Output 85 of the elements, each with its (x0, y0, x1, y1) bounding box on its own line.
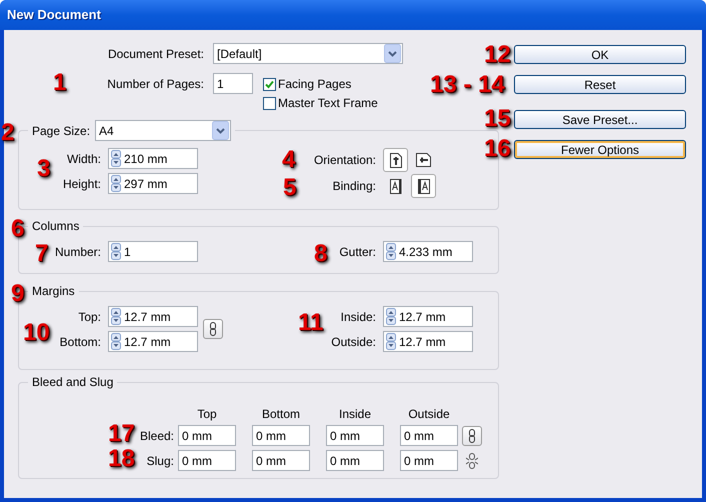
callout-number: 6 (11, 217, 24, 241)
callout-number: 15 (484, 107, 511, 131)
chain-button[interactable] (203, 319, 223, 339)
callout-number: 1 (53, 71, 66, 95)
spinner-arrows-icon[interactable] (111, 175, 121, 192)
callout-number: 17 (108, 422, 135, 446)
spinner-arrows-icon[interactable] (386, 243, 396, 260)
checkbox-label: Master Text Frame (278, 95, 378, 112)
input-field[interactable]: 0 mm (252, 425, 310, 446)
group-title: Margins (32, 284, 75, 298)
checkbox[interactable] (263, 78, 276, 90)
option-button[interactable] (411, 174, 436, 198)
spinner-arrows-icon[interactable] (111, 243, 121, 260)
spinner-arrows-icon[interactable] (111, 150, 121, 167)
number-field[interactable]: 297 mm (108, 173, 198, 194)
dropdown[interactable]: [Default] (213, 43, 403, 64)
input-field[interactable]: 0 mm (178, 425, 236, 446)
dialog-button[interactable]: OK (514, 45, 686, 64)
input-field[interactable]: 0 mm (178, 450, 236, 471)
landscape-page-icon (416, 153, 431, 167)
chain-icon (468, 428, 476, 442)
number-field[interactable]: 12.7 mm (383, 306, 473, 327)
callout-number: 10 (23, 321, 50, 345)
callout-number: 16 (484, 137, 511, 161)
field-label: Outside: (331, 334, 376, 350)
callout-number: 8 (314, 242, 328, 266)
column-header: Inside (338, 406, 372, 423)
field-label: Document Preset: (108, 46, 204, 62)
field-label: Height: (62, 176, 101, 192)
column-header: Outside (407, 406, 451, 423)
field-label: Inside: (340, 308, 376, 326)
chain-icon (209, 322, 217, 336)
spinner-arrows-icon[interactable] (111, 308, 121, 325)
number-field[interactable]: 12.7 mm (108, 306, 198, 327)
number-field[interactable]: 12.7 mm (108, 331, 198, 352)
dialog-button[interactable]: Fewer Options (514, 140, 686, 159)
group-title: Bleed and Slug (32, 375, 114, 389)
callout-number: 4 (282, 148, 296, 172)
callout-number: 12 (484, 43, 511, 67)
number-field[interactable]: 1 (108, 241, 198, 262)
callout-number: 9 (11, 282, 24, 306)
callout-number: 7 (35, 242, 48, 266)
number-field[interactable]: 12.7 mm (383, 331, 473, 352)
right-binding-icon (418, 178, 430, 194)
field-label: Number: (54, 244, 101, 260)
field-label: Orientation: (314, 152, 376, 169)
field-label: Slug: (146, 452, 174, 470)
input-field[interactable]: 0 mm (252, 450, 310, 471)
callout-number: 11 (298, 311, 324, 335)
checkbox[interactable] (263, 96, 276, 110)
portrait-page-icon (390, 152, 402, 168)
dialog-button[interactable]: Reset (514, 75, 686, 94)
broken-chain-icon[interactable] (466, 452, 478, 468)
option-button[interactable] (383, 148, 408, 172)
dialog-button[interactable]: Save Preset... (514, 110, 686, 129)
field-label: Number of Pages: (107, 76, 204, 92)
checkbox-label: Facing Pages (278, 76, 352, 93)
chain-button[interactable] (462, 426, 482, 446)
field-label: Width: (66, 150, 101, 168)
callout-number: 13 - 14 (430, 73, 505, 97)
number-field[interactable]: 210 mm (108, 148, 198, 169)
left-binding-icon (390, 178, 402, 194)
input-field[interactable]: 0 mm (400, 425, 458, 446)
spinner-arrows-icon[interactable] (386, 308, 396, 325)
field-label: Top: (78, 308, 101, 326)
input-field[interactable]: 0 mm (326, 450, 384, 471)
callout-number: 3 (37, 157, 50, 181)
input-field[interactable]: 0 mm (326, 425, 384, 446)
input-field[interactable]: 1 (213, 73, 253, 94)
group-title: Page Size: (32, 122, 90, 140)
input-field[interactable]: 0 mm (400, 450, 458, 471)
group-title: Columns (32, 219, 80, 233)
callout-number: 18 (108, 447, 135, 471)
number-field[interactable]: 4.233 mm (383, 241, 473, 262)
field-label: Gutter: (339, 244, 376, 260)
callout-number: 5 (283, 176, 296, 200)
column-header: Bottom (260, 406, 301, 423)
spinner-arrows-icon[interactable] (111, 333, 121, 350)
spinner-arrows-icon[interactable] (386, 333, 396, 350)
window-title: New Document (7, 6, 101, 24)
field-label: Bleed: (140, 428, 174, 444)
column-header: Top (196, 406, 218, 423)
field-label: Bottom: (60, 334, 101, 350)
field-label: Binding: (332, 178, 376, 195)
dropdown[interactable]: A4 (95, 120, 232, 141)
